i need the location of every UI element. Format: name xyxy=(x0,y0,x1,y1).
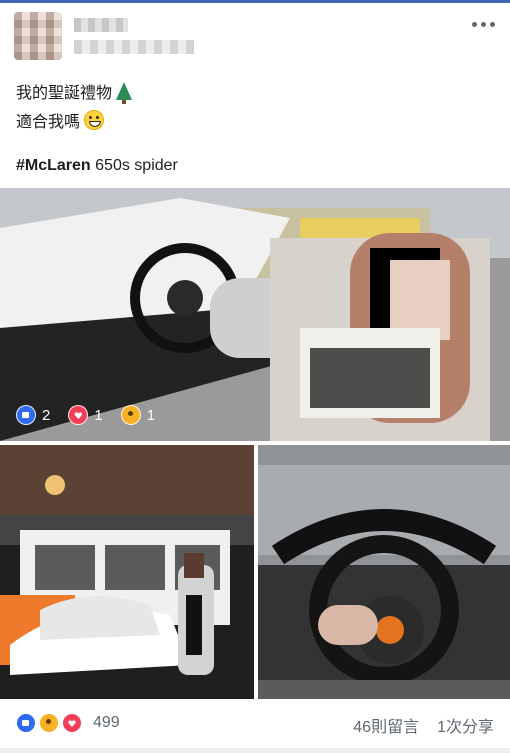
footer-wow-icon xyxy=(39,713,59,733)
post-text-line2: 適合我嗎 xyxy=(16,110,105,133)
footer-love-icon xyxy=(62,713,82,733)
hashtag-link[interactable]: #McLaren xyxy=(16,157,91,174)
footer-divider xyxy=(0,748,510,753)
top-accent-bar xyxy=(0,0,510,3)
hashtag-rest: 650s spider xyxy=(90,157,178,174)
footer-stats: 46則留言 1次分享 xyxy=(353,713,494,737)
post-text-line2-label: 適合我嗎 xyxy=(16,114,81,131)
like-icon xyxy=(16,405,36,425)
footer-reactions[interactable]: 499 xyxy=(16,713,120,733)
post-footer: 499 46則留言 1次分享 xyxy=(0,705,510,741)
photo-right-illustration xyxy=(258,445,510,699)
photo-left-illustration xyxy=(0,445,254,699)
photo-right[interactable] xyxy=(258,445,510,699)
post-meta-blurred[interactable] xyxy=(74,40,194,54)
overlay-wow[interactable]: 1 xyxy=(120,405,156,425)
love-icon xyxy=(68,405,89,425)
footer-like-icon xyxy=(16,713,36,733)
reactions-total: 499 xyxy=(93,714,120,731)
photo-main-illustration xyxy=(0,188,510,441)
post-hashtag-line: #McLaren 650s spider xyxy=(16,156,178,176)
photo-reactions-overlay: 2 1 1 xyxy=(16,405,155,425)
avatar[interactable] xyxy=(14,12,62,60)
overlay-like[interactable]: 2 xyxy=(16,405,50,425)
christmas-tree-icon xyxy=(116,82,133,104)
photo-left[interactable] xyxy=(0,445,254,699)
post-text-line1: 我的聖誕禮物 xyxy=(16,82,133,104)
post-text-line1-label: 我的聖誕禮物 xyxy=(16,85,113,102)
author-name-blurred[interactable] xyxy=(74,18,128,32)
shares-count[interactable]: 1次分享 xyxy=(437,713,494,737)
overlay-like-count: 2 xyxy=(42,406,51,424)
comments-count[interactable]: 46則留言 xyxy=(353,713,419,737)
grinning-face-icon xyxy=(84,110,105,130)
photo-main[interactable]: 2 1 1 xyxy=(0,188,510,441)
overlay-love-count: 1 xyxy=(94,406,103,424)
wow-icon xyxy=(120,405,141,425)
overlay-love[interactable]: 1 xyxy=(68,405,103,425)
overlay-wow-count: 1 xyxy=(146,406,156,424)
more-options-icon[interactable] xyxy=(472,18,496,30)
